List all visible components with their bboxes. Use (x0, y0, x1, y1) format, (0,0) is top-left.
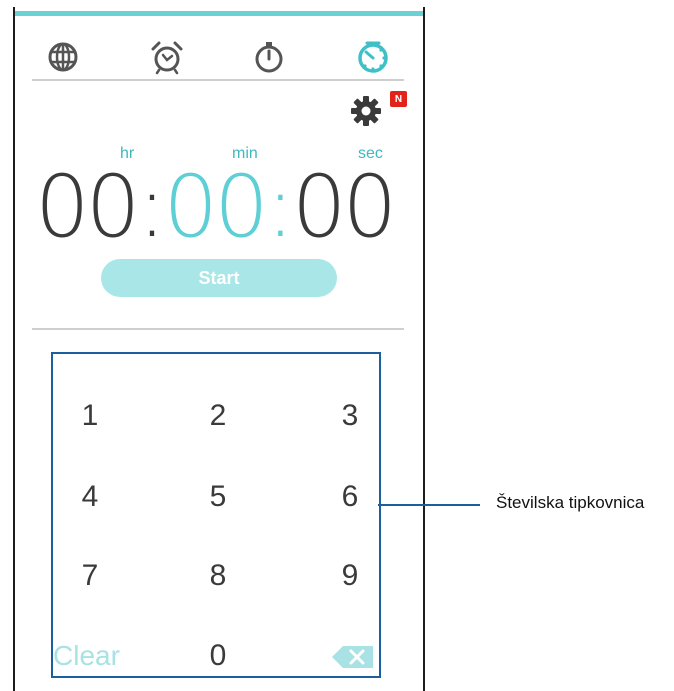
keypad-divider (32, 328, 404, 330)
key-4[interactable]: 4 (55, 472, 125, 522)
start-button[interactable]: Start (101, 259, 337, 297)
alarm-clock-icon (151, 41, 183, 75)
clear-button[interactable]: Clear (53, 631, 143, 681)
key-7[interactable]: 7 (55, 551, 125, 601)
tab-timer[interactable] (353, 37, 393, 77)
settings-button[interactable] (348, 93, 388, 129)
callout-line (378, 504, 480, 506)
time-separator: : (137, 157, 166, 257)
tab-divider (32, 79, 404, 81)
key-8[interactable]: 8 (183, 551, 253, 601)
time-separator: : (265, 157, 295, 257)
gear-icon (351, 96, 381, 126)
timer-screen: N hr min sec 00:00:00 Start 1 2 3 4 5 6 … (13, 7, 425, 691)
timer-icon (358, 41, 388, 73)
new-badge: N (390, 91, 407, 107)
key-2[interactable]: 2 (183, 391, 253, 441)
tab-stopwatch[interactable] (249, 37, 289, 77)
minutes-value[interactable]: 00 (163, 157, 268, 257)
numeric-keypad: 1 2 3 4 5 6 7 8 9 Clear 0 (51, 352, 381, 678)
key-0[interactable]: 0 (183, 631, 253, 681)
seconds-value[interactable]: 00 (292, 157, 397, 257)
timer-display: 00:00:00 (35, 157, 419, 257)
key-9[interactable]: 9 (315, 551, 385, 601)
status-accent-bar (15, 11, 423, 16)
hours-value[interactable]: 00 (35, 157, 140, 257)
key-6[interactable]: 6 (315, 472, 385, 522)
globe-icon (48, 42, 78, 72)
backspace-icon (332, 646, 373, 668)
keypad-callout-label: Številska tipkovnica (496, 493, 645, 512)
tab-alarm[interactable] (147, 37, 187, 77)
clock-tab-bar (15, 37, 423, 83)
tab-world-clock[interactable] (43, 37, 83, 77)
key-5[interactable]: 5 (183, 472, 253, 522)
stopwatch-icon (255, 42, 283, 73)
key-3[interactable]: 3 (315, 391, 385, 441)
backspace-button[interactable] (331, 645, 375, 669)
key-1[interactable]: 1 (55, 391, 125, 441)
